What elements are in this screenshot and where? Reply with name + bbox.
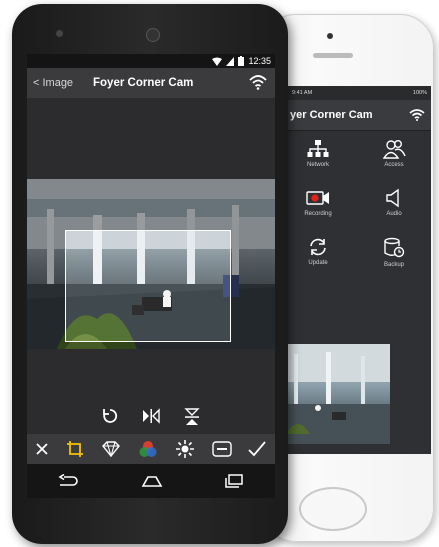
grid-item-update[interactable]: Update [288, 237, 348, 266]
grid-item-access[interactable]: Access [364, 139, 424, 168]
crop-mask-left [27, 179, 65, 349]
grid-item-label: Recording [304, 211, 332, 217]
edit-toolbar [27, 434, 275, 464]
android-front-camera [146, 28, 160, 42]
android-status-bar: 12:35 [27, 54, 275, 68]
video-record-icon [306, 191, 329, 205]
wifi-status-icon [212, 57, 223, 66]
grid-item-network[interactable]: Network [288, 139, 348, 168]
battery-icon [238, 56, 245, 66]
grid-item-label: Backup [383, 262, 404, 268]
iphone-speaker [313, 53, 353, 58]
iphone-camera [327, 33, 333, 39]
home-icon[interactable] [141, 474, 163, 488]
ios-header: yer Corner Cam [286, 100, 431, 131]
transform-toolbar [27, 407, 275, 427]
wifi-icon[interactable] [249, 74, 267, 90]
grid-item-recording[interactable]: Recording [288, 188, 348, 217]
backup-icon [384, 237, 405, 258]
ios-page-title: yer Corner Cam [290, 109, 373, 121]
grid-item-label: Update [308, 260, 328, 266]
recents-icon[interactable] [224, 474, 244, 488]
ios-status-bar: 9:41 AM 100% [286, 86, 431, 100]
android-header: < Image Foyer Corner Cam [27, 68, 275, 98]
close-icon[interactable] [35, 442, 49, 456]
flip-horizontal-icon[interactable] [141, 407, 161, 425]
lobby-preview-image [286, 344, 390, 444]
speaker-icon [386, 188, 399, 208]
crop-mask-right [231, 179, 275, 349]
iphone-screen: 9:41 AM 100% yer Corner Cam Network Acce… [286, 86, 431, 454]
crop-mask-top [65, 179, 231, 230]
crop-mask-bottom [65, 342, 231, 349]
check-icon[interactable] [248, 441, 267, 457]
android-screen: 12:35 < Image Foyer Corner Cam [27, 54, 275, 498]
camera-image[interactable] [27, 179, 275, 349]
refresh-icon [310, 238, 326, 256]
network-icon [307, 140, 329, 157]
ios-camera-thumbnail[interactable] [286, 344, 390, 444]
crop-frame[interactable] [65, 230, 231, 342]
iphone-home-button[interactable] [299, 487, 367, 531]
grid-item-label: Access [384, 162, 404, 168]
back-to-image-button[interactable]: < Image [27, 77, 93, 89]
hdr-icon[interactable] [211, 441, 232, 457]
grid-item-backup[interactable]: Backup [364, 237, 424, 268]
android-status-time: 12:35 [248, 56, 271, 66]
wifi-icon[interactable] [409, 109, 425, 121]
ios-status-battery: 100% [412, 90, 427, 96]
gem-icon[interactable] [101, 441, 121, 457]
android-navigation-bar [27, 464, 275, 498]
crop-icon[interactable] [66, 440, 84, 458]
flip-vertical-icon[interactable] [183, 407, 201, 427]
ios-settings-grid: Network Access Recording Audio Update Ba… [286, 131, 431, 383]
grid-item-label: Network [306, 162, 329, 168]
users-icon [382, 140, 406, 159]
ios-status-time: 9:41 AM [292, 90, 313, 96]
android-sensor [56, 30, 63, 37]
color-icon[interactable] [138, 439, 158, 459]
page-title: Foyer Corner Cam [93, 77, 194, 89]
brightness-icon[interactable] [175, 439, 195, 459]
grid-item-label: Audio [386, 211, 402, 217]
rotate-icon[interactable] [101, 407, 119, 425]
back-icon[interactable] [58, 474, 80, 488]
grid-item-audio[interactable]: Audio [364, 188, 424, 217]
signal-icon [226, 56, 235, 66]
